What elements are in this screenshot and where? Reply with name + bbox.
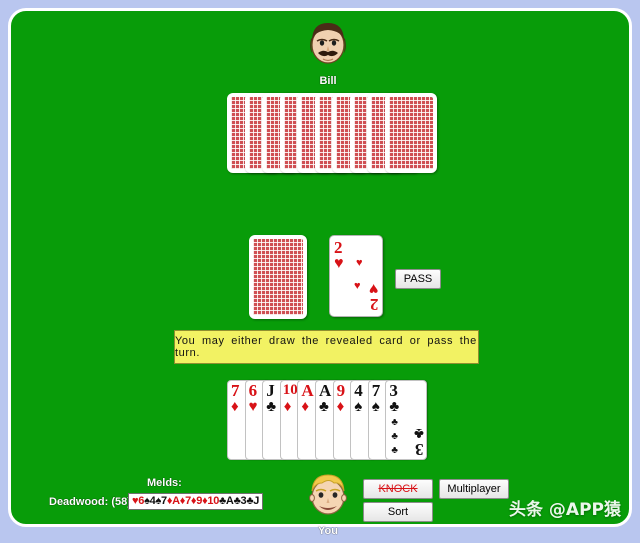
- male-avatar-blond-icon: [309, 474, 347, 515]
- opponent-name: Bill: [319, 75, 337, 87]
- card-suit: ♥: [248, 398, 258, 415]
- card-suit: ♠: [371, 398, 380, 415]
- deadwood-card: ♣3: [233, 495, 247, 507]
- deadwood-card: ♠7: [155, 495, 167, 507]
- card-rank: A: [319, 381, 332, 400]
- opponent-hand: [227, 93, 437, 175]
- card-suit: ♣: [319, 398, 329, 415]
- card-suit: ♣: [389, 398, 400, 415]
- card-suit: ♠: [354, 398, 363, 415]
- player-name: You: [318, 525, 338, 537]
- watermark: 头条 @APP猿: [509, 500, 621, 520]
- card-pip: ♣: [391, 431, 398, 442]
- card-suit: ♦: [301, 398, 310, 415]
- card-table: Bill 2 ♥ ♥ ♥ ♥ 2 PASS You may either dra…: [8, 8, 632, 537]
- discard-pile-card[interactable]: 2 ♥ ♥ ♥ ♥ 2: [329, 235, 383, 317]
- discard-pip-upper: ♥: [356, 257, 363, 269]
- knock-button[interactable]: KNOCK: [363, 479, 433, 499]
- card-suit: ♦: [283, 398, 292, 415]
- game-screen: Bill 2 ♥ ♥ ♥ ♥ 2 PASS You may either dra…: [0, 0, 640, 543]
- card-rank: 6: [248, 381, 258, 400]
- status-message-banner: You may either draw the revealed card or…: [174, 330, 479, 364]
- card-suit: ♣: [266, 398, 277, 415]
- pass-button[interactable]: PASS: [395, 269, 441, 289]
- deadwood-card: ♦A: [166, 495, 180, 507]
- player-avatar-block: You: [283, 471, 373, 537]
- card-suit: ♦: [336, 398, 345, 415]
- deadwood-card: ♠4: [144, 495, 156, 507]
- deadwood-card: ♣J: [246, 495, 260, 507]
- multiplayer-button[interactable]: Multiplayer: [439, 479, 509, 499]
- male-avatar-mustache-icon: [310, 23, 346, 64]
- deadwood-card: ♦7: [179, 495, 191, 507]
- discard-rank-bottom: 2: [369, 295, 379, 314]
- discard-rank-top: 2: [334, 238, 343, 257]
- discard-pip-lower: ♥: [354, 280, 361, 292]
- discard-suit-bottom: ♥: [368, 280, 379, 297]
- card-rank: 7: [371, 381, 381, 400]
- deadwood-card-list: ♥6♠4♠7♦A♦7♦9♦10♣A♣3♣J: [128, 493, 264, 510]
- sort-button[interactable]: Sort: [363, 502, 433, 522]
- discard-suit-top: ♥: [334, 255, 344, 272]
- card-pip: ♣: [391, 445, 398, 456]
- card-rank: 7: [231, 381, 240, 400]
- card-rank: A: [301, 381, 314, 400]
- card-rank-bottom: 3: [414, 440, 424, 459]
- card-rank: 9: [336, 381, 346, 400]
- card-suit: ♦: [231, 398, 239, 415]
- deadwood-card: ♦10: [202, 495, 220, 507]
- opponent-card: [384, 93, 437, 173]
- card-pip: ♣: [391, 417, 398, 428]
- deadwood-label: Deadwood: (58): [49, 496, 131, 508]
- melds-label: Melds:: [147, 477, 182, 489]
- stock-pile-card[interactable]: [249, 235, 307, 319]
- deadwood-card: ♣A: [219, 495, 234, 507]
- player-card[interactable]: 3 ♣ ♣ ♣ ♣ 3 ♣: [385, 380, 428, 460]
- opponent-avatar-block: Bill: [283, 17, 373, 87]
- card-suit-bottom: ♣: [413, 425, 424, 442]
- card-rank: 4: [354, 381, 363, 400]
- card-rank: 10: [282, 382, 298, 398]
- card-rank: 3: [389, 381, 398, 400]
- player-hand[interactable]: 7 ♦ 6 ♥ J ♣ 10 ♦ A ♦ A ♣ 9 ♦ 4 ♠ 7 ♠ 3 ♣ ♣ ♣ ♣ 3 ♣: [227, 380, 428, 462]
- deadwood-card: ♥6: [132, 495, 145, 507]
- card-rank: J: [266, 381, 275, 400]
- deadwood-card: ♦9: [190, 495, 203, 507]
